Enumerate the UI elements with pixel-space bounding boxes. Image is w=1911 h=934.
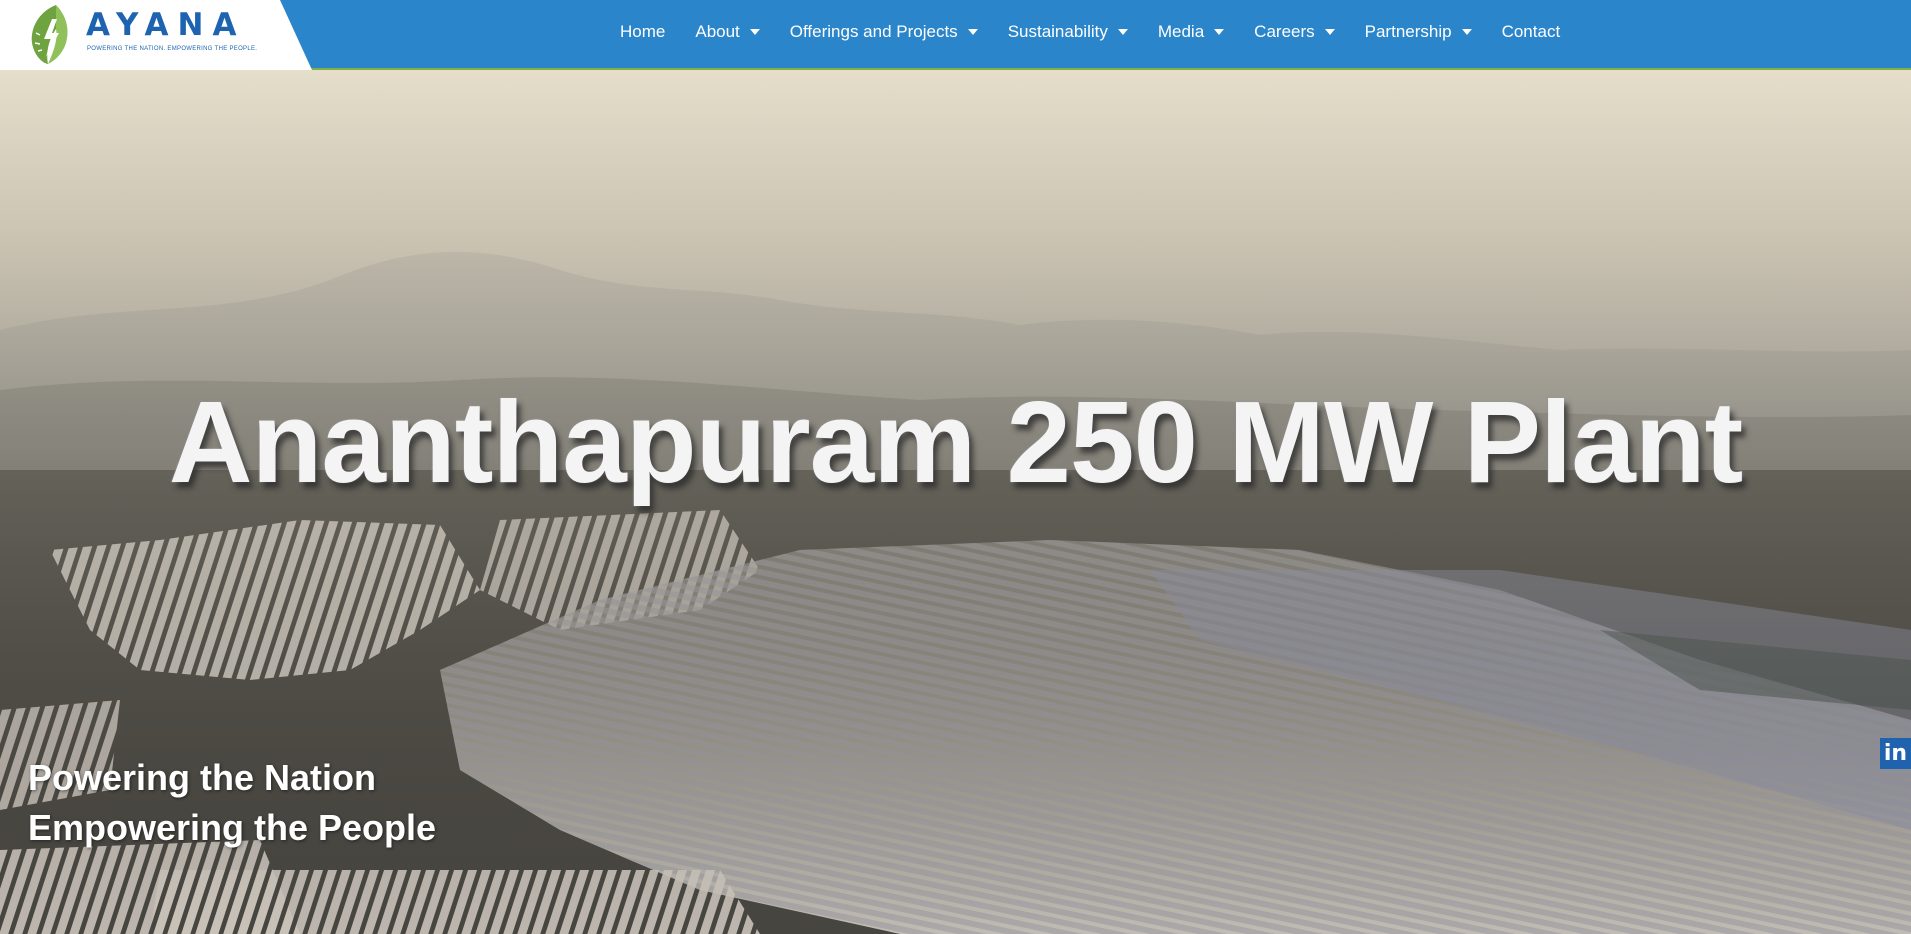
hero-banner: Ananthapuram 250 MW Plant Powering the N… xyxy=(0,70,1911,934)
nav-partnership[interactable]: Partnership xyxy=(1365,22,1472,42)
nav-contact[interactable]: Contact xyxy=(1502,22,1561,42)
nav-sustainability[interactable]: Sustainability xyxy=(1008,22,1128,42)
caret-down-icon xyxy=(749,28,760,35)
nav-careers-label: Careers xyxy=(1254,21,1315,41)
site-header: AYANA POWERING THE NATION. EMPOWERING TH… xyxy=(0,0,1911,70)
nav-sustainability-label: Sustainability xyxy=(1007,21,1108,41)
nav-offerings-and-projects[interactable]: Offerings and Projects xyxy=(790,22,978,42)
nav-about-label: About xyxy=(695,21,740,41)
linkedin-icon[interactable]: in xyxy=(1880,738,1911,769)
caret-down-icon xyxy=(1324,28,1335,35)
site-logo[interactable]: AYANA POWERING THE NATION. EMPOWERING TH… xyxy=(0,0,280,70)
leaf-bolt-icon xyxy=(31,5,68,64)
caret-down-icon xyxy=(967,28,978,35)
tagline-line-1: Powering the Nation xyxy=(28,757,377,798)
nav-contact-label: Contact xyxy=(1501,21,1561,41)
nav-careers[interactable]: Careers xyxy=(1254,21,1335,42)
nav-partnership-label: Partnership xyxy=(1364,21,1452,41)
nav-media[interactable]: Media xyxy=(1157,21,1225,42)
nav-home[interactable]: Home xyxy=(620,22,665,42)
caret-down-icon xyxy=(1214,28,1225,35)
tagline-line-2: Empowering the People xyxy=(28,807,437,848)
main-nav: Home About Offerings and Projects Sustai… xyxy=(620,0,1590,63)
logo-tagline: POWERING THE NATION. EMPOWERING THE PEOP… xyxy=(87,46,258,52)
nav-home-label: Home xyxy=(620,21,666,41)
nav-offerings-label: Offerings and Projects xyxy=(789,21,958,41)
caret-down-icon xyxy=(1117,28,1128,35)
hero-tagline: Powering the Nation Empowering the Peopl… xyxy=(28,753,436,853)
nav-media-label: Media xyxy=(1157,21,1205,41)
nav-about[interactable]: About xyxy=(695,21,760,42)
hero-title: Ananthapuram 250 MW Plant xyxy=(168,377,1743,507)
logo-wordmark: AYANA xyxy=(86,7,246,43)
caret-down-icon xyxy=(1461,28,1472,35)
